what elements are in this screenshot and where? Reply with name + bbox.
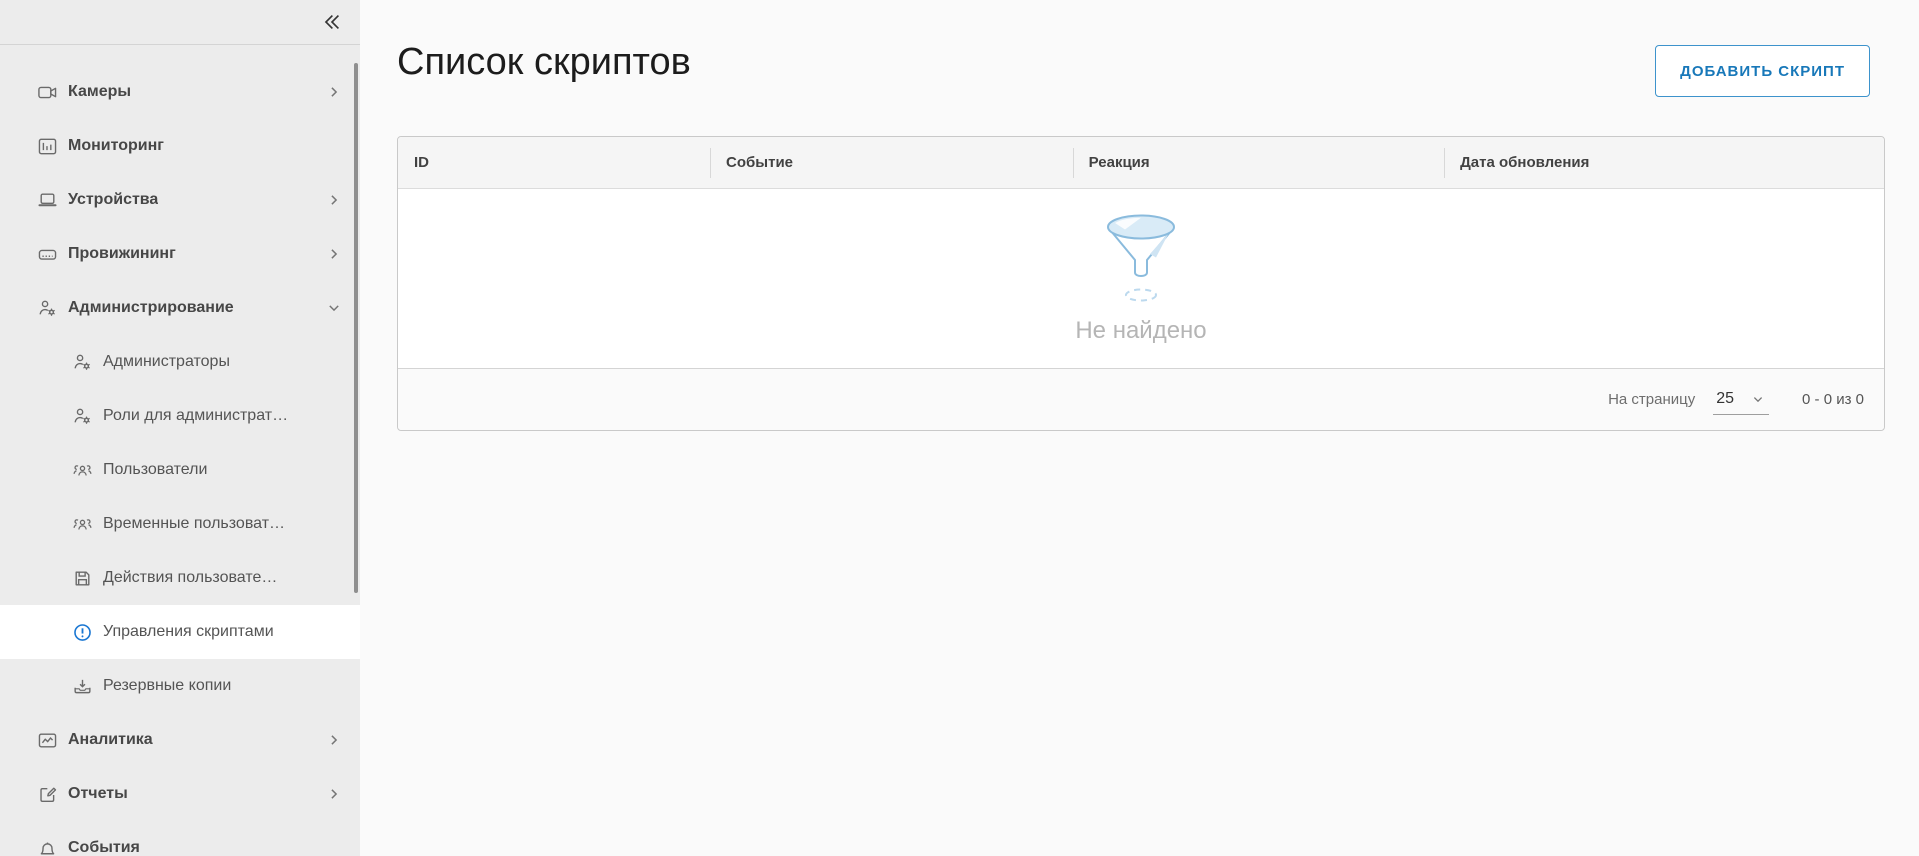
laptop-icon (37, 190, 58, 211)
bell-icon (37, 838, 58, 856)
sidebar-item-label: События (68, 839, 140, 856)
sidebar-item-label: Администраторы (103, 353, 230, 371)
page-header: Список скриптов ДОБАВИТЬ СКРИПТ (360, 0, 1919, 97)
sidebar-item-label: Камеры (68, 83, 131, 101)
user-gear-icon (72, 406, 93, 427)
reports-icon (37, 784, 58, 805)
sidebar-item-label: Аналитика (68, 731, 153, 749)
funnel-icon (1105, 213, 1177, 305)
sidebar-item-users[interactable]: Пользователи (0, 443, 360, 497)
column-header-reaction: Реакция (1073, 137, 1445, 188)
sidebar-item-analytics[interactable]: Аналитика (0, 713, 360, 767)
sidebar-item-label: Пользователи (103, 461, 207, 479)
collapse-sidebar-icon[interactable] (320, 10, 344, 34)
per-page-select[interactable]: 25 (1713, 385, 1769, 415)
column-header-updated: Дата обновления (1444, 137, 1884, 188)
sidebar-header (0, 0, 360, 45)
sidebar-item-label: Мониторинг (68, 137, 164, 155)
sidebar-item-devices[interactable]: Устройства (0, 173, 360, 227)
sidebar: Камеры Мониторинг (0, 0, 360, 856)
table-footer: На страницу 25 0 - 0 из 0 (398, 368, 1884, 430)
sidebar-item-provisioning[interactable]: Провижининг (0, 227, 360, 281)
empty-state-text: Не найдено (1075, 317, 1206, 345)
backup-icon (72, 676, 93, 697)
sidebar-item-administrators[interactable]: Администраторы (0, 335, 360, 389)
user-gear-icon (37, 298, 58, 319)
sidebar-item-monitoring[interactable]: Мониторинг (0, 119, 360, 173)
sidebar-item-label: Провижининг (68, 245, 176, 263)
chevron-right-icon (324, 730, 344, 750)
provisioning-icon (37, 244, 58, 265)
sidebar-item-label: Управления скриптами (103, 623, 274, 641)
save-icon (72, 568, 93, 589)
sidebar-item-administration[interactable]: Администрирование (0, 281, 360, 335)
column-header-id: ID (398, 137, 710, 188)
error-circle-icon (72, 622, 93, 643)
chevron-down-icon (324, 298, 344, 318)
sidebar-item-label: Отчеты (68, 785, 128, 803)
sidebar-item-temp-users[interactable]: Временные пользоват… (0, 497, 360, 551)
sidebar-scrollbar[interactable] (354, 63, 358, 593)
sidebar-item-label: Устройства (68, 191, 158, 209)
sidebar-item-admin-roles[interactable]: Роли для администрат… (0, 389, 360, 443)
sidebar-item-user-actions[interactable]: Действия пользовате… (0, 551, 360, 605)
user-gear-icon (72, 352, 93, 373)
page-title: Список скриптов (397, 36, 691, 88)
column-header-event: Событие (710, 137, 1073, 188)
sidebar-item-cameras[interactable]: Камеры (0, 65, 360, 119)
sidebar-item-label: Резервные копии (103, 677, 231, 695)
add-script-button[interactable]: ДОБАВИТЬ СКРИПТ (1655, 45, 1870, 97)
chevron-right-icon (324, 244, 344, 264)
users-group-icon (72, 460, 93, 481)
per-page-value: 25 (1716, 390, 1734, 408)
per-page-label: На страницу (1608, 391, 1695, 408)
scripts-table-card: ID Событие Реакция Дата обновления Не на… (397, 136, 1885, 431)
sidebar-item-label: Администрирование (68, 299, 234, 317)
chevron-right-icon (324, 190, 344, 210)
camera-icon (37, 82, 58, 103)
chevron-down-icon (1750, 391, 1766, 407)
chevron-right-icon (324, 784, 344, 804)
monitoring-icon (37, 136, 58, 157)
chevron-right-icon (324, 82, 344, 102)
users-group-icon (72, 514, 93, 535)
sidebar-item-script-management[interactable]: Управления скриптами (0, 605, 360, 659)
sidebar-nav: Камеры Мониторинг (0, 45, 360, 856)
pagination-range: 0 - 0 из 0 (1802, 391, 1864, 408)
analytics-icon (37, 730, 58, 751)
sidebar-item-label: Роли для администрат… (103, 407, 288, 425)
sidebar-item-label: Временные пользоват… (103, 515, 285, 533)
sidebar-item-events[interactable]: События (0, 821, 360, 856)
table-header-row: ID Событие Реакция Дата обновления (398, 137, 1884, 189)
sidebar-item-backups[interactable]: Резервные копии (0, 659, 360, 713)
main-content: Список скриптов ДОБАВИТЬ СКРИПТ ID Событ… (360, 0, 1919, 856)
sidebar-item-reports[interactable]: Отчеты (0, 767, 360, 821)
sidebar-item-label: Действия пользовате… (103, 569, 277, 587)
table-empty-body: Не найдено (398, 189, 1884, 368)
